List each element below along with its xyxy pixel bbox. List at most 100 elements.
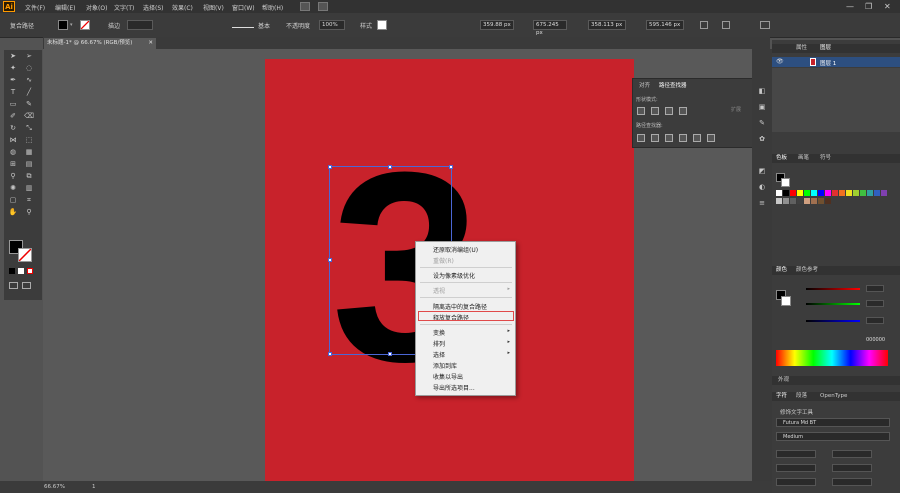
restore-icon[interactable]: ❐ [865, 2, 872, 11]
menu-edit[interactable]: 编辑(E) [55, 3, 75, 12]
slice-tool-icon[interactable]: ⌗ [24, 196, 34, 205]
symbols-icon[interactable]: ✿ [757, 135, 767, 144]
swatch[interactable] [853, 190, 859, 196]
intersect-icon[interactable] [665, 107, 673, 115]
menu-item-export-selection[interactable]: 导出所选项目... [433, 383, 475, 392]
swatch[interactable] [811, 190, 817, 196]
hand-tool-icon[interactable]: ✋ [8, 208, 18, 217]
scale-tool-icon[interactable]: ⤡ [24, 124, 34, 133]
menu-select[interactable]: 选择(S) [143, 3, 164, 12]
swatch[interactable] [818, 198, 824, 204]
crop-icon[interactable] [679, 134, 687, 142]
artboard-number[interactable]: 1 [92, 484, 96, 490]
trim-icon[interactable] [651, 134, 659, 142]
swatch[interactable] [860, 190, 866, 196]
arrange-documents-icon[interactable] [318, 2, 328, 11]
tab-layers[interactable]: 图层 [820, 44, 831, 53]
screen-mode-icon[interactable] [22, 282, 31, 289]
outline-icon[interactable] [693, 134, 701, 142]
eraser-tool-icon[interactable]: ⌫ [24, 112, 34, 121]
layer-row[interactable]: 👁 图层 1 [772, 57, 900, 67]
minimize-icon[interactable]: — [846, 2, 854, 11]
curvature-tool-icon[interactable]: ∿ [24, 76, 34, 85]
visibility-icon[interactable]: 👁 [776, 58, 784, 65]
swatch[interactable] [790, 190, 796, 196]
blue-slider[interactable] [806, 320, 860, 322]
libraries-icon[interactable]: ▣ [757, 103, 767, 112]
menu-item-collect-for-export[interactable]: 收集以导出 [433, 372, 463, 381]
swatch[interactable] [832, 190, 838, 196]
kerning-field[interactable] [776, 478, 816, 486]
handle-top-right[interactable] [449, 165, 453, 169]
selection-tool-icon[interactable]: ➤ [8, 52, 18, 61]
menu-file[interactable]: 文件(F) [25, 3, 45, 12]
divide-icon[interactable] [637, 134, 645, 142]
tab-paragraph[interactable]: 段落 [796, 392, 807, 401]
stroke-profile-line[interactable] [232, 27, 254, 28]
column-graph-tool-icon[interactable]: ▥ [24, 184, 34, 193]
y-field[interactable]: 675.245 px [533, 20, 567, 36]
color-spectrum[interactable] [776, 350, 888, 366]
menu-options-icon[interactable] [760, 21, 770, 29]
vertical-scale-field[interactable] [776, 464, 816, 472]
leading-field[interactable] [832, 450, 872, 458]
minus-back-icon[interactable] [707, 134, 715, 142]
menu-type[interactable]: 文字(T) [114, 3, 134, 12]
menu-help[interactable]: 帮助(H) [262, 3, 283, 12]
tab-character[interactable]: 字符 [776, 392, 787, 401]
zoom-tool-icon[interactable]: ⚲ [24, 208, 34, 217]
blend-tool-icon[interactable]: ⧉ [24, 172, 34, 181]
swatch[interactable] [797, 198, 803, 204]
width-tool-icon[interactable]: ⋈ [8, 136, 18, 145]
color-mode-icon[interactable] [9, 268, 15, 274]
magic-wand-tool-icon[interactable]: ✦ [8, 64, 18, 73]
tab-align[interactable]: 对齐 [639, 81, 650, 89]
swatch-grid[interactable] [776, 190, 888, 238]
menu-item-undo-ungroup[interactable]: 还原取消编组(U) [433, 245, 478, 254]
exclude-icon[interactable] [679, 107, 687, 115]
tab-opentype[interactable]: OpenType [820, 392, 847, 401]
shape-builder-tool-icon[interactable]: ◍ [8, 148, 18, 157]
swatch-stroke-icon[interactable] [781, 178, 790, 187]
menu-effect[interactable]: 效果(C) [172, 3, 193, 12]
rotate-tool-icon[interactable]: ↻ [8, 124, 18, 133]
fill-swatch[interactable] [58, 20, 68, 30]
menu-view[interactable]: 视图(V) [203, 3, 224, 12]
swatch[interactable] [825, 190, 831, 196]
red-value-field[interactable] [866, 285, 884, 292]
lasso-tool-icon[interactable]: ◌ [24, 64, 34, 73]
swatch[interactable] [874, 190, 880, 196]
menu-item-transform[interactable]: 变换 [433, 328, 445, 337]
stroke-weight-field[interactable] [127, 20, 153, 30]
menu-item-isolate-compound-path[interactable]: 隔离选中的复合路径 [433, 302, 487, 311]
tab-symbols[interactable]: 符号 [820, 154, 831, 163]
swatch[interactable] [797, 190, 803, 196]
type-tool-icon[interactable]: T [8, 88, 18, 97]
menu-item-select[interactable]: 选择 [433, 350, 445, 359]
opacity-field[interactable]: 100% [319, 20, 345, 30]
direct-selection-tool-icon[interactable]: ➢ [24, 52, 34, 61]
swatch[interactable] [825, 198, 831, 204]
menu-object[interactable]: 对象(O) [86, 3, 107, 12]
symbol-sprayer-tool-icon[interactable]: ✺ [8, 184, 18, 193]
opacity-label[interactable]: 不透明度 [286, 21, 310, 30]
font-family-field[interactable]: Futura Md BT [776, 418, 890, 427]
brush-style-label[interactable]: 基本 [258, 21, 270, 30]
swatch[interactable] [881, 190, 887, 196]
drawing-mode-icon[interactable] [9, 282, 18, 289]
artboard-tool-icon[interactable]: ▢ [8, 196, 18, 205]
appearance-label[interactable]: 外观 [778, 376, 789, 385]
handle-middle-left[interactable] [328, 258, 332, 262]
handle-top-center[interactable] [388, 165, 392, 169]
font-style-field[interactable]: Medium [776, 432, 890, 441]
swatch[interactable] [846, 190, 852, 196]
red-slider[interactable] [806, 288, 860, 290]
brushes-icon[interactable]: ✎ [757, 119, 767, 128]
swatch[interactable] [776, 190, 782, 196]
swatch[interactable] [811, 198, 817, 204]
gradient-mode-icon[interactable] [18, 268, 24, 274]
unite-icon[interactable] [637, 107, 645, 115]
chevron-down-icon[interactable]: ▾ [70, 22, 73, 28]
perspective-grid-tool-icon[interactable]: ▦ [24, 148, 34, 157]
tab-color[interactable]: 颜色 [776, 266, 787, 275]
